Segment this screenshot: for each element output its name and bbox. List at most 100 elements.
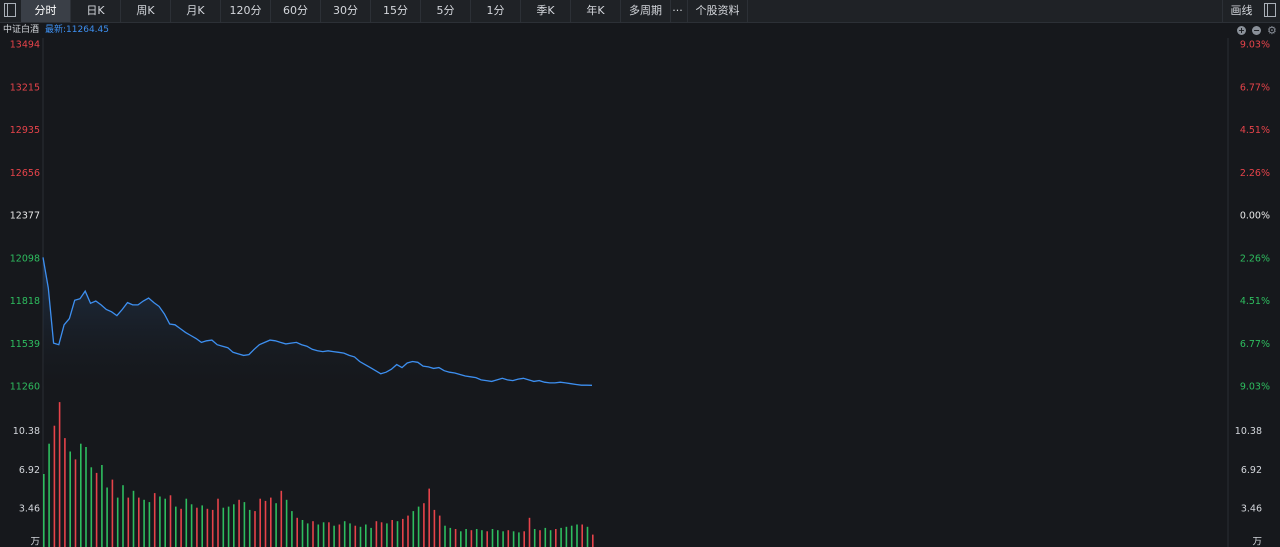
volume-bar <box>592 534 594 547</box>
volume-bar <box>90 467 93 547</box>
volume-bar <box>270 497 272 547</box>
volume-bar <box>507 530 510 547</box>
volume-bar <box>259 498 261 547</box>
price-tick-label: 13494 <box>10 40 40 51</box>
volume-bar <box>328 522 330 547</box>
volume-bar <box>85 447 87 547</box>
volume-bar <box>386 523 388 547</box>
price-tick-label: 11260 <box>10 382 40 393</box>
volume-bar <box>264 500 267 547</box>
volume-bar <box>190 504 193 547</box>
volume-bar <box>101 465 103 547</box>
volume-bar <box>53 425 56 547</box>
volume-bar <box>69 451 71 547</box>
percent-tick-label: 9.03% <box>1240 40 1270 51</box>
volume-bar <box>470 530 473 547</box>
volume-bar <box>285 499 288 547</box>
volume-bar <box>301 520 304 547</box>
volume-bar <box>549 530 552 547</box>
volume-bar <box>581 524 583 547</box>
volume-bar <box>206 508 209 547</box>
volume-bar <box>497 530 499 547</box>
volume-bar <box>132 490 135 547</box>
volume-bar <box>80 443 82 547</box>
volume-bar <box>185 498 188 547</box>
volume-bar <box>217 498 219 547</box>
volume-bar <box>248 509 251 547</box>
percent-tick-label: 4.51% <box>1240 125 1270 136</box>
volume-bar <box>428 488 430 547</box>
volume-bar <box>444 525 446 547</box>
volume-bar <box>153 493 156 547</box>
volume-bar <box>106 487 108 547</box>
volume-bar <box>291 511 293 547</box>
volume-bar <box>375 521 378 547</box>
percent-tick-label: 4.51% <box>1240 296 1270 307</box>
volume-bar <box>143 499 145 547</box>
percent-tick-label: 2.26% <box>1240 168 1270 179</box>
volume-bar <box>211 509 214 547</box>
volume-tick-label: 10.38 <box>13 426 40 437</box>
price-tick-label: 12377 <box>10 211 40 222</box>
volume-tick-label: 10.38 <box>1235 426 1262 437</box>
volume-bar <box>238 499 240 547</box>
price-tick-label: 12098 <box>10 253 40 264</box>
volume-bar <box>523 531 525 547</box>
volume-bar <box>227 506 230 547</box>
volume-bar <box>465 529 467 547</box>
volume-bar <box>343 521 346 547</box>
volume-bar <box>349 523 351 547</box>
volume-bar <box>58 402 61 547</box>
volume-bar <box>159 496 161 547</box>
volume-bar <box>243 502 246 547</box>
volume-bar <box>317 524 320 547</box>
volume-bar <box>64 438 66 547</box>
volume-bar <box>322 522 325 547</box>
volume-bar <box>359 526 362 547</box>
plot-area <box>43 38 1228 547</box>
intraday-chart: 13494 13215 12935 12656 12377 12098 11818 11539… <box>10 38 1270 547</box>
volume-bar <box>312 521 314 547</box>
volume-bar <box>438 515 441 547</box>
price-tick-label: 11539 <box>10 339 40 350</box>
volume-bar <box>412 511 415 547</box>
volume-bar <box>565 526 568 547</box>
volume-bar <box>417 506 420 547</box>
volume-bar <box>380 522 383 547</box>
volume-bar <box>233 504 235 547</box>
volume-bar <box>169 495 172 547</box>
volume-bar <box>127 497 130 547</box>
volume-bar <box>148 502 151 547</box>
volume-tick-label: 6.92 <box>19 465 40 476</box>
percent-tick-label: 9.03% <box>1240 382 1270 393</box>
volume-bar <box>95 472 98 547</box>
volume-tick-label: 万 <box>30 537 40 547</box>
percent-tick-label: 6.77% <box>1240 82 1270 93</box>
volume-bar <box>43 474 45 547</box>
volume-bar <box>111 479 114 547</box>
percent-tick-label: 6.77% <box>1240 339 1270 350</box>
volume-bar <box>454 529 457 547</box>
volume-bar <box>280 490 283 547</box>
volume-bar <box>138 497 140 547</box>
volume-bar <box>296 517 298 547</box>
volume-bar <box>365 524 367 547</box>
volume-bar <box>402 518 404 547</box>
volume-bar <box>407 515 409 547</box>
volume-bar <box>512 531 515 547</box>
volume-bar <box>528 517 531 547</box>
volume-bar <box>586 526 589 547</box>
volume-bar <box>370 527 372 547</box>
volume-bar <box>306 523 309 547</box>
price-tick-label: 12656 <box>10 168 40 179</box>
volume-bar <box>222 507 225 547</box>
volume-bar <box>201 505 203 547</box>
volume-bar <box>164 498 166 547</box>
volume-bar <box>275 503 277 547</box>
percent-tick-label: 0.00% <box>1240 211 1270 222</box>
price-tick-label: 11818 <box>10 296 40 307</box>
volume-bar <box>533 529 536 547</box>
volume-bar <box>449 527 452 547</box>
volume-bar <box>180 508 182 547</box>
volume-bar <box>544 527 547 547</box>
